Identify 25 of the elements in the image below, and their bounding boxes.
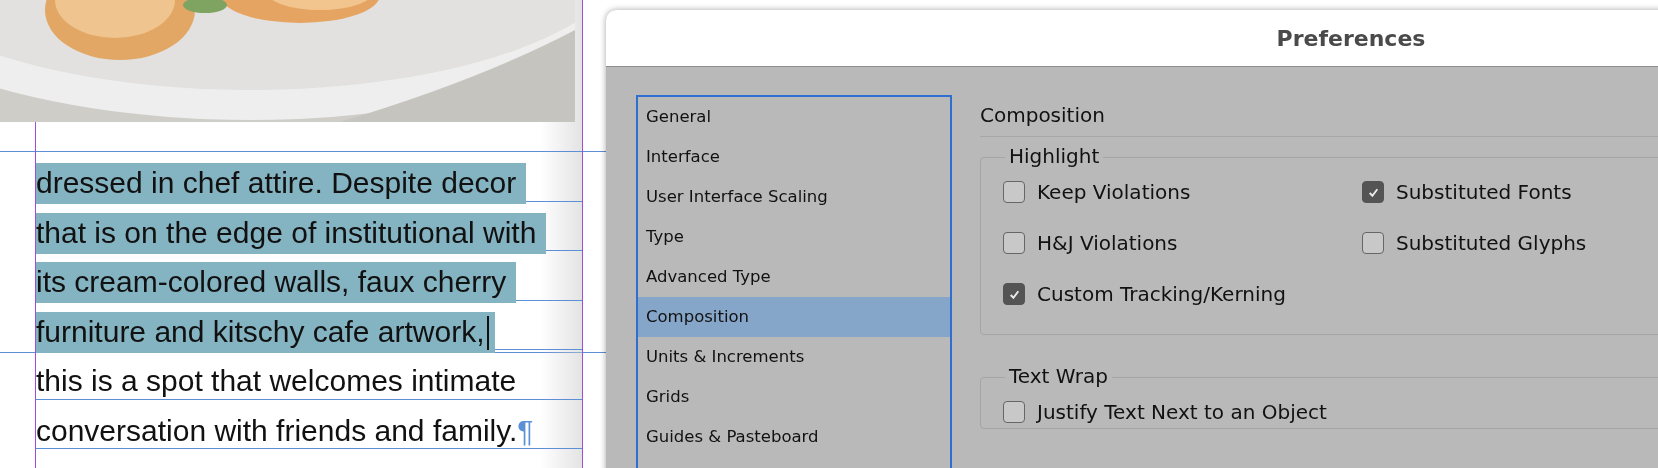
category-item[interactable]: User Interface Scaling	[638, 177, 950, 217]
paragraph-line: conversation with friends and family.¶	[36, 412, 535, 449]
category-item[interactable]: Grids	[638, 377, 950, 417]
paragraph-line: this is a spot that welcomes intimate	[36, 363, 518, 399]
category-item[interactable]: Guides & Pasteboard	[638, 417, 950, 457]
checkbox[interactable]	[1362, 232, 1384, 254]
category-item[interactable]: Units & Increments	[638, 337, 950, 377]
checkbox-label: Custom Tracking/Kerning	[1037, 282, 1286, 306]
checkbox[interactable]	[1003, 232, 1025, 254]
category-item[interactable]: Advanced Type	[638, 257, 950, 297]
category-item[interactable]: Composition	[638, 297, 950, 337]
checkbox[interactable]	[1362, 181, 1384, 203]
category-item[interactable]: General	[638, 97, 950, 137]
checkbox-label: Substituted Glyphs	[1396, 231, 1587, 255]
checkbox-label: Substituted Fonts	[1396, 180, 1572, 204]
dialog-title: Preferences	[1276, 25, 1426, 51]
checkbox-label: Keep Violations	[1037, 180, 1191, 204]
checkbox[interactable]	[1003, 181, 1025, 203]
checkbox[interactable]	[1003, 401, 1025, 423]
checkbox[interactable]	[1003, 283, 1025, 305]
checkbox-label: H&J Violations	[1037, 231, 1178, 255]
category-item[interactable]: Type	[638, 217, 950, 257]
panel-title: Composition	[980, 102, 1106, 127]
checkbox-label: Justify Text Next to an Object	[1037, 400, 1327, 424]
category-item[interactable]: Interface	[638, 137, 950, 177]
